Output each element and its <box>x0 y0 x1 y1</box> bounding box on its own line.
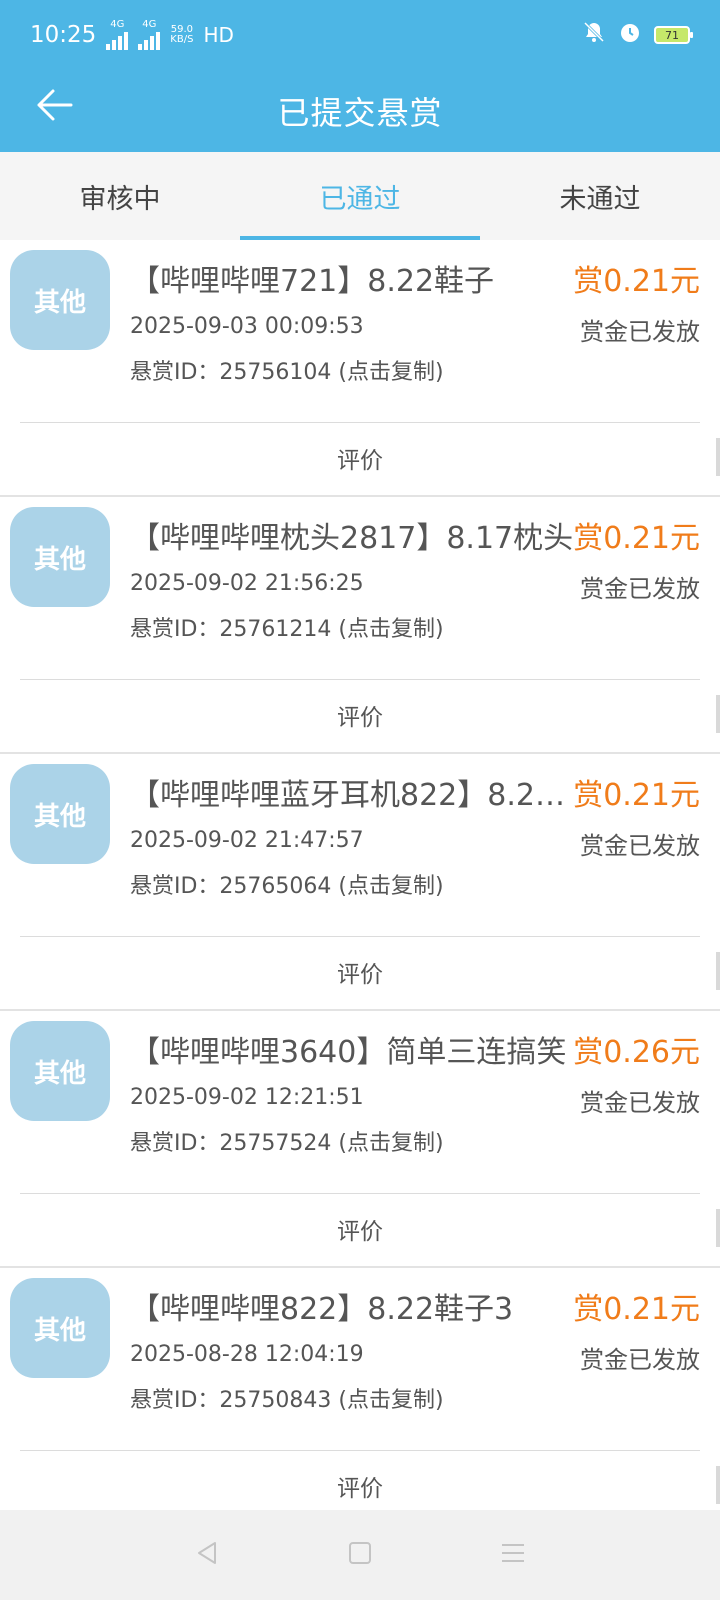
battery-level: 71 <box>665 28 679 42</box>
task-title: 【哔哩哔哩枕头2817】8.17枕头 <box>130 521 574 556</box>
copy-id-link[interactable]: 悬赏ID：25756104 (点击复制) <box>130 354 444 386</box>
back-button[interactable] <box>32 84 78 130</box>
arrow-left-icon <box>35 85 75 129</box>
reward-amount: 赏0.21元 <box>573 778 700 813</box>
review-button[interactable]: 评价 <box>0 683 720 747</box>
triangle-back-icon <box>193 1539 221 1571</box>
nav-back-button[interactable] <box>177 1525 237 1585</box>
category-tag: 其他 <box>10 1278 110 1378</box>
signal-bars-icon <box>138 30 161 50</box>
category-tag: 其他 <box>10 507 110 607</box>
signal-1: 4G <box>106 19 129 50</box>
category-tag: 其他 <box>10 250 110 350</box>
net-speed: 59.0 KB/S <box>170 25 193 45</box>
submit-time: 2025-09-02 21:47:57 <box>130 828 364 853</box>
tab-rejected[interactable]: 未通过 <box>480 152 720 240</box>
review-button[interactable]: 评价 <box>0 940 720 1004</box>
scroll-indicator <box>716 1209 720 1247</box>
list-item[interactable]: 其他 【哔哩哔哩721】8.22鞋子 赏0.21元 2025-09-03 00:… <box>0 240 720 497</box>
task-title: 【哔哩哔哩822】8.22鞋子3 <box>130 1292 514 1327</box>
status-bar: 10:25 4G 4G 59.0 KB/S HD 71 <box>0 0 720 70</box>
signal-2: 4G <box>138 19 161 50</box>
submit-time: 2025-09-02 21:56:25 <box>130 571 364 596</box>
tab-label: 未通过 <box>559 183 641 215</box>
list-item[interactable]: 其他 【哔哩哔哩822】8.22鞋子3 赏0.21元 2025-08-28 12… <box>0 1268 720 1510</box>
copy-id-link[interactable]: 悬赏ID：25750843 (点击复制) <box>130 1382 444 1414</box>
network-label-2: 4G <box>142 19 157 30</box>
list-item[interactable]: 其他 【哔哩哔哩枕头2817】8.17枕头 赏0.21元 2025-09-02 … <box>0 497 720 754</box>
copy-id-link[interactable]: 悬赏ID：25761214 (点击复制) <box>130 611 444 643</box>
divider <box>20 1193 700 1194</box>
status-text: 赏金已发放 <box>580 318 700 346</box>
hd-indicator: HD <box>203 23 234 47</box>
status-text: 赏金已发放 <box>580 832 700 860</box>
divider <box>20 422 700 423</box>
scroll-indicator <box>716 952 720 990</box>
square-home-icon <box>346 1539 374 1571</box>
reward-amount: 赏0.21元 <box>573 1292 700 1327</box>
net-speed-unit: KB/S <box>170 34 194 45</box>
divider <box>20 1450 700 1451</box>
app-header: 10:25 4G 4G 59.0 KB/S HD 71 已提交悬赏 <box>0 0 720 152</box>
category-tag: 其他 <box>10 764 110 864</box>
signal-bars-icon <box>106 30 129 50</box>
status-time: 10:25 <box>30 22 97 48</box>
status-text: 赏金已发放 <box>580 575 700 603</box>
system-nav-bar <box>0 1510 720 1600</box>
submit-time: 2025-09-02 12:21:51 <box>130 1085 364 1110</box>
category-tag: 其他 <box>10 1021 110 1121</box>
bell-off-icon <box>582 20 606 50</box>
reward-list[interactable]: 其他 【哔哩哔哩721】8.22鞋子 赏0.21元 2025-09-03 00:… <box>0 240 720 1510</box>
scroll-indicator <box>716 695 720 733</box>
reward-amount: 赏0.21元 <box>573 521 700 556</box>
list-item[interactable]: 其他 【哔哩哔哩蓝牙耳机822】8.22蓝牙耳机 赏0.21元 2025-09-… <box>0 754 720 1011</box>
copy-id-link[interactable]: 悬赏ID：25757524 (点击复制) <box>130 1125 444 1157</box>
nav-menu-button[interactable] <box>483 1525 543 1585</box>
network-label-1: 4G <box>110 19 125 30</box>
task-title: 【哔哩哔哩3640】简单三连搞笑 <box>130 1035 567 1070</box>
battery-icon: 71 <box>654 26 693 44</box>
tab-label: 审核中 <box>79 183 161 215</box>
submit-time: 2025-09-03 00:09:53 <box>130 314 364 339</box>
tab-bar: 审核中 已通过 未通过 <box>0 152 720 240</box>
status-right: 71 <box>582 20 693 50</box>
scroll-indicator <box>716 438 720 476</box>
menu-lines-icon <box>499 1539 527 1571</box>
page-title: 已提交悬赏 <box>277 94 443 132</box>
task-title: 【哔哩哔哩721】8.22鞋子 <box>130 264 495 299</box>
review-button[interactable]: 评价 <box>0 1454 720 1510</box>
reward-amount: 赏0.26元 <box>573 1035 700 1070</box>
divider <box>20 936 700 937</box>
reward-amount: 赏0.21元 <box>573 264 700 299</box>
status-text: 赏金已发放 <box>580 1089 700 1117</box>
status-text: 赏金已发放 <box>580 1346 700 1374</box>
tab-label: 已通过 <box>319 183 401 215</box>
divider <box>20 679 700 680</box>
title-bar: 已提交悬赏 <box>0 70 720 152</box>
list-item[interactable]: 其他 【哔哩哔哩3640】简单三连搞笑 赏0.26元 2025-09-02 12… <box>0 1011 720 1268</box>
nav-home-button[interactable] <box>330 1525 390 1585</box>
status-left: 10:25 4G 4G 59.0 KB/S HD <box>30 20 234 50</box>
alarm-icon <box>618 20 642 50</box>
tab-reviewing[interactable]: 审核中 <box>0 152 240 240</box>
review-button[interactable]: 评价 <box>0 1197 720 1261</box>
scroll-indicator <box>716 1466 720 1504</box>
tab-approved[interactable]: 已通过 <box>240 152 480 240</box>
task-title: 【哔哩哔哩蓝牙耳机822】8.22蓝牙耳机 <box>130 778 578 813</box>
review-button[interactable]: 评价 <box>0 426 720 490</box>
copy-id-link[interactable]: 悬赏ID：25765064 (点击复制) <box>130 868 444 900</box>
submit-time: 2025-08-28 12:04:19 <box>130 1342 364 1367</box>
